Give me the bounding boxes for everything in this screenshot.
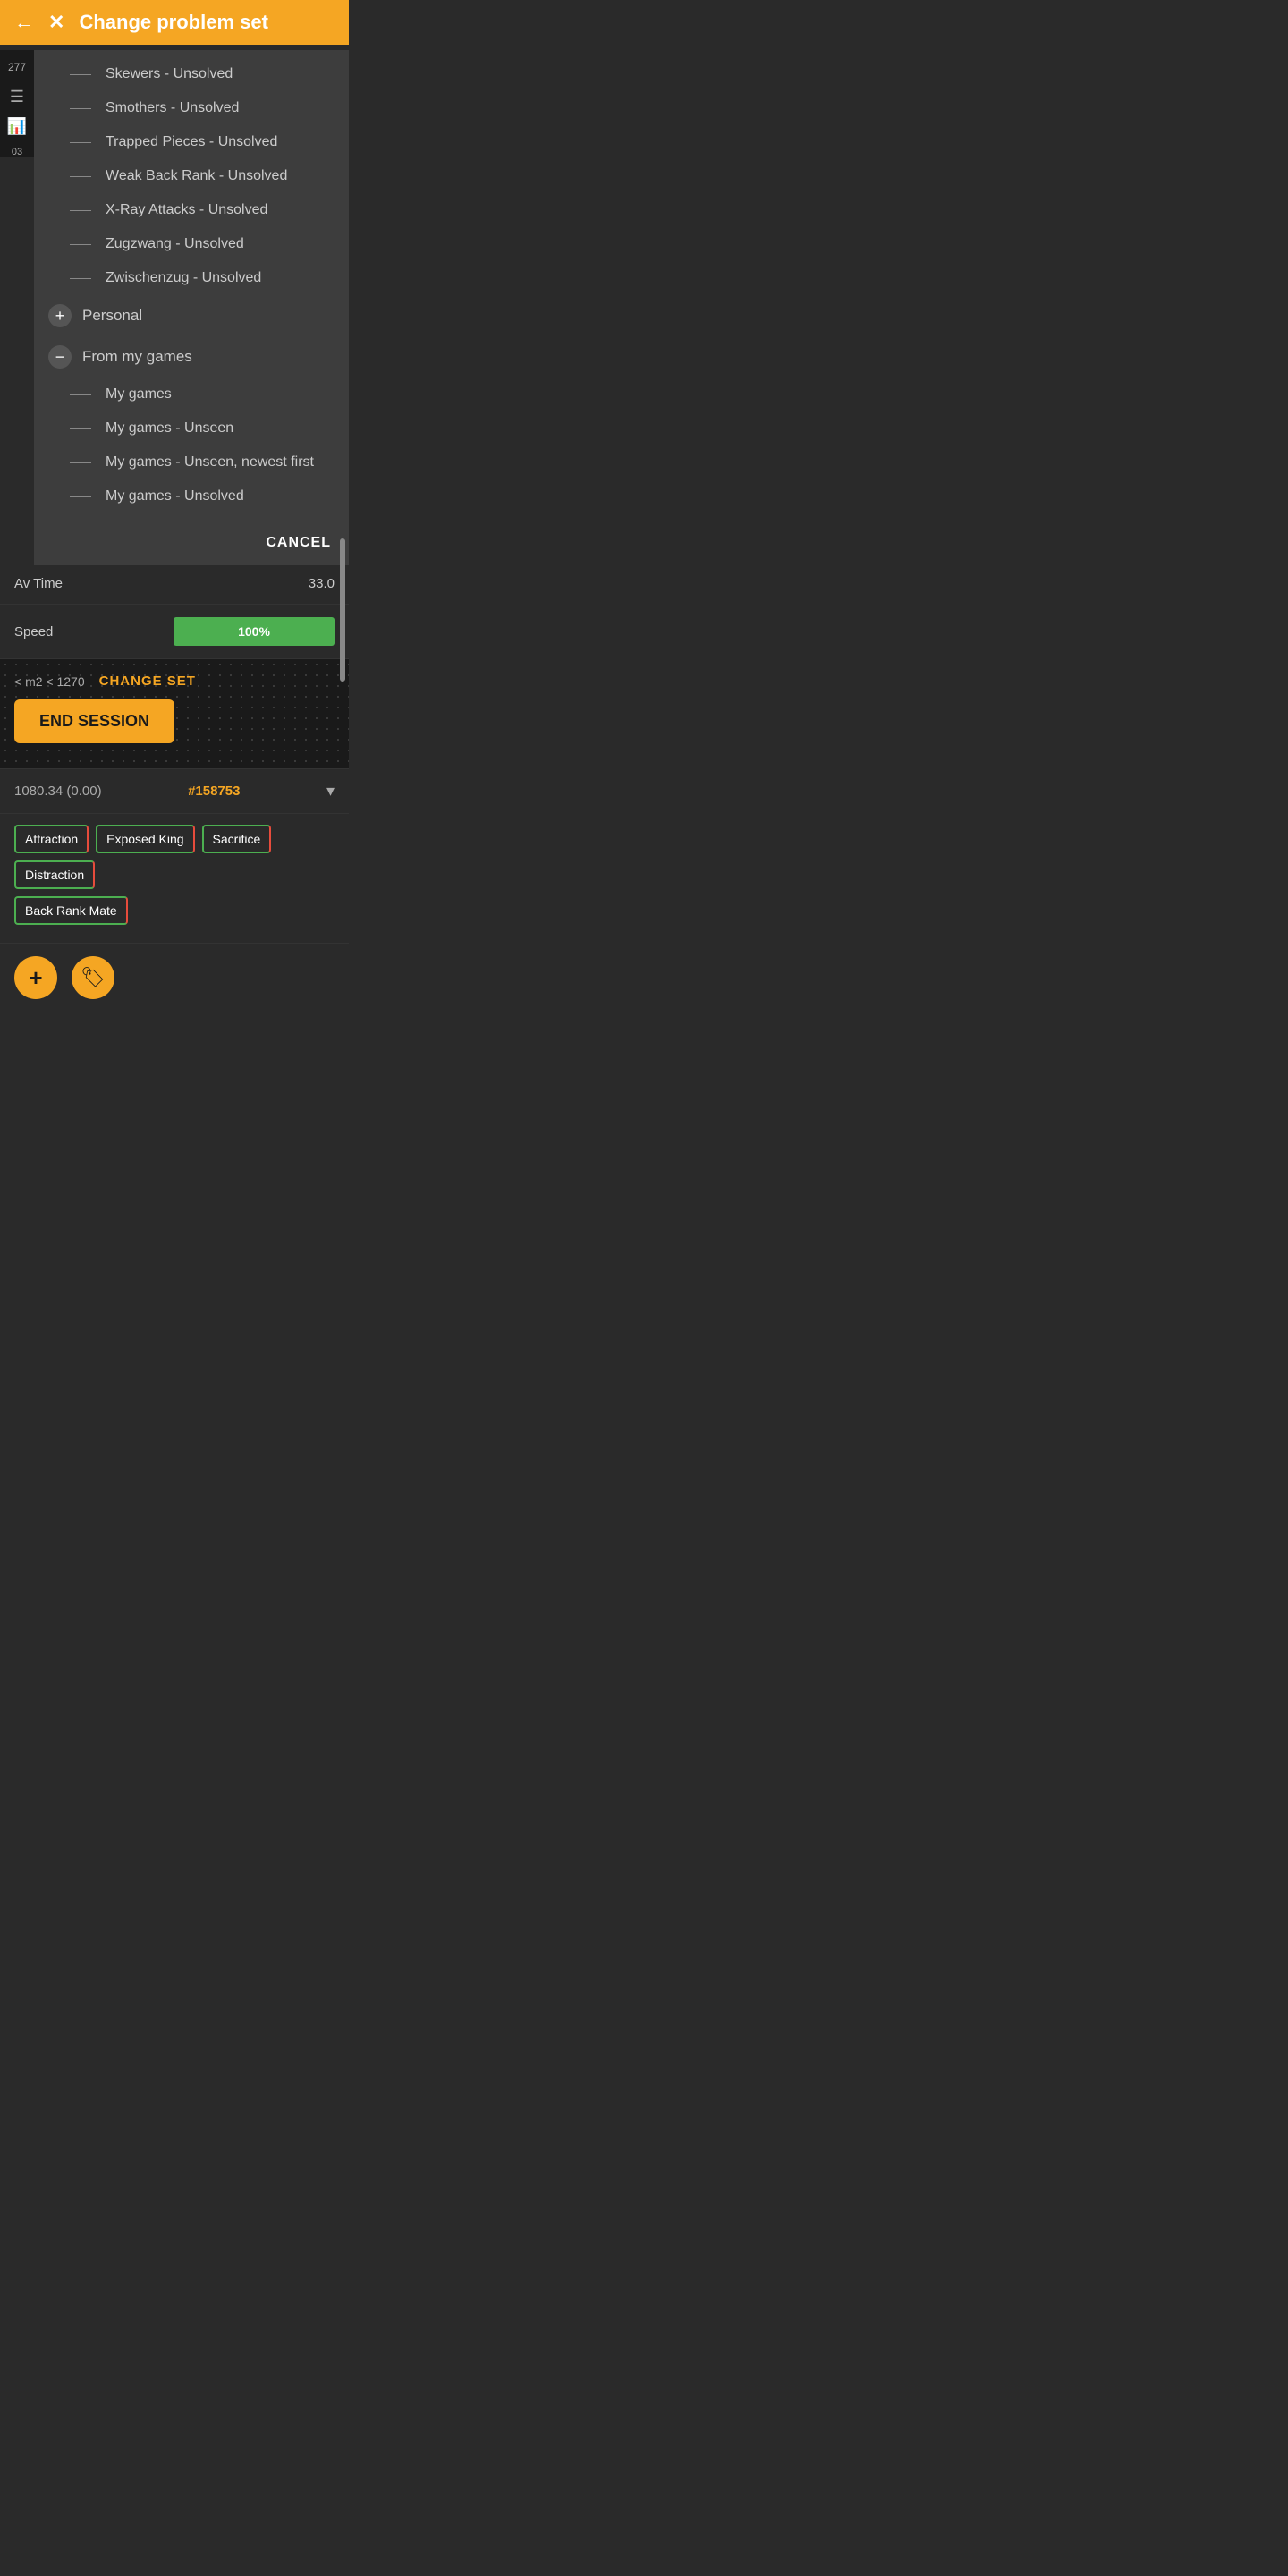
item-label-smothers: Smothers - Unsolved <box>106 100 239 116</box>
speed-label: Speed <box>14 624 53 640</box>
add-button[interactable]: + <box>14 956 57 999</box>
branch-line <box>70 496 91 497</box>
sidebar-rating2: 03 <box>12 147 22 157</box>
branch-line <box>70 142 91 143</box>
tag-exposed-king[interactable]: Exposed King <box>96 825 194 853</box>
item-label-my-games-unsolved: My games - Unsolved <box>106 488 244 504</box>
branch-line <box>70 278 91 279</box>
item-label-zugzwang: Zugzwang - Unsolved <box>106 236 244 252</box>
tags-row: Attraction Exposed King Sacrifice Distra… <box>14 825 335 889</box>
tag-back-rank-mate[interactable]: Back Rank Mate <box>14 896 128 925</box>
tag-attraction[interactable]: Attraction <box>14 825 89 853</box>
tag-sacrifice[interactable]: Sacrifice <box>202 825 272 853</box>
scrollbar[interactable] <box>340 538 345 682</box>
item-label-weak-back-rank: Weak Back Rank - Unsolved <box>106 168 287 184</box>
change-set-row: < m2 < 1270 CHANGE SET <box>14 674 335 689</box>
list-item-skewers[interactable]: Skewers - Unsolved <box>34 57 349 91</box>
elo-range: < m2 < 1270 <box>14 674 85 689</box>
tags-row-2: Back Rank Mate <box>14 896 335 925</box>
personal-label: Personal <box>82 307 142 325</box>
item-label-my-games-unseen: My games - Unseen <box>106 420 233 436</box>
item-label-skewers: Skewers - Unsolved <box>106 66 233 82</box>
sidebar-chart-icon[interactable]: 📊 <box>7 117 27 136</box>
from-my-games-label: From my games <box>82 348 192 366</box>
bottom-actions: + 🏷 <box>0 943 349 1012</box>
personal-section-header[interactable]: + Personal <box>34 295 349 336</box>
close-icon[interactable]: ✕ <box>48 11 64 34</box>
tag-icon-button[interactable]: 🏷 <box>72 956 114 999</box>
from-my-games-section-header[interactable]: − From my games <box>34 336 349 377</box>
speed-value: 100% <box>238 624 270 639</box>
list-item-zugzwang[interactable]: Zugzwang - Unsolved <box>34 227 349 261</box>
list-item-xray[interactable]: X-Ray Attacks - Unsolved <box>34 193 349 227</box>
list-item-my-games-unseen[interactable]: My games - Unseen <box>34 411 349 445</box>
item-label-zwischenzug: Zwischenzug - Unsolved <box>106 270 261 286</box>
item-label-trapped-pieces: Trapped Pieces - Unsolved <box>106 134 277 150</box>
item-label-my-games-unseen-newest: My games - Unseen, newest first <box>106 454 314 470</box>
end-session-button[interactable]: END SESSION <box>14 699 174 743</box>
tag-distraction[interactable]: Distraction <box>14 860 95 889</box>
item-label-xray: X-Ray Attacks - Unsolved <box>106 202 267 218</box>
tree-list-unsolved: Skewers - Unsolved Smothers - Unsolved T… <box>34 50 349 521</box>
page-title: Change problem set <box>79 11 267 34</box>
branch-line <box>70 428 91 429</box>
list-item-my-games-unseen-newest[interactable]: My games - Unseen, newest first <box>34 445 349 479</box>
sidebar-rating: 277 <box>8 57 26 77</box>
list-item-zwischenzug[interactable]: Zwischenzug - Unsolved <box>34 261 349 295</box>
game-info-row[interactable]: 1080.34 (0.00) #158753 ▾ <box>0 768 349 813</box>
speed-row: Speed 100% <box>0 605 349 659</box>
game-link[interactable]: #158753 <box>188 784 240 799</box>
session-section: < m2 < 1270 CHANGE SET END SESSION <box>0 659 349 768</box>
personal-expand-button[interactable]: + <box>48 304 72 327</box>
branch-line <box>70 462 91 463</box>
from-my-games-collapse-button[interactable]: − <box>48 345 72 369</box>
branch-line <box>70 74 91 75</box>
header-bar: ← ✕ Change problem set <box>0 0 349 45</box>
cancel-row: CANCEL <box>34 521 349 565</box>
tags-section: Attraction Exposed King Sacrifice Distra… <box>0 813 349 943</box>
list-item-my-games-unsolved[interactable]: My games - Unsolved <box>34 479 349 513</box>
chevron-down-icon[interactable]: ▾ <box>326 782 335 801</box>
back-icon[interactable]: ← <box>14 11 34 34</box>
branch-line <box>70 394 91 395</box>
list-item-my-games[interactable]: My games <box>34 377 349 411</box>
game-score: 1080.34 (0.00) <box>14 784 102 799</box>
change-problem-set-panel: Skewers - Unsolved Smothers - Unsolved T… <box>34 50 349 565</box>
sidebar-menu-icon[interactable]: ☰ <box>10 88 24 106</box>
speed-bar[interactable]: 100% <box>174 617 335 646</box>
item-label-my-games: My games <box>106 386 172 402</box>
sidebar: 277 ☰ 📊 03 <box>0 50 34 157</box>
list-item-smothers[interactable]: Smothers - Unsolved <box>34 91 349 125</box>
branch-line <box>70 244 91 245</box>
list-item-trapped-pieces[interactable]: Trapped Pieces - Unsolved <box>34 125 349 159</box>
list-item-weak-back-rank[interactable]: Weak Back Rank - Unsolved <box>34 159 349 193</box>
branch-line <box>70 176 91 177</box>
branch-line <box>70 108 91 109</box>
branch-line <box>70 210 91 211</box>
av-time-row: Av Time 33.0 <box>0 564 349 605</box>
cancel-button[interactable]: CANCEL <box>266 535 331 551</box>
av-time-value: 33.0 <box>309 576 335 591</box>
av-time-label: Av Time <box>14 576 63 591</box>
change-set-button[interactable]: CHANGE SET <box>99 674 196 689</box>
